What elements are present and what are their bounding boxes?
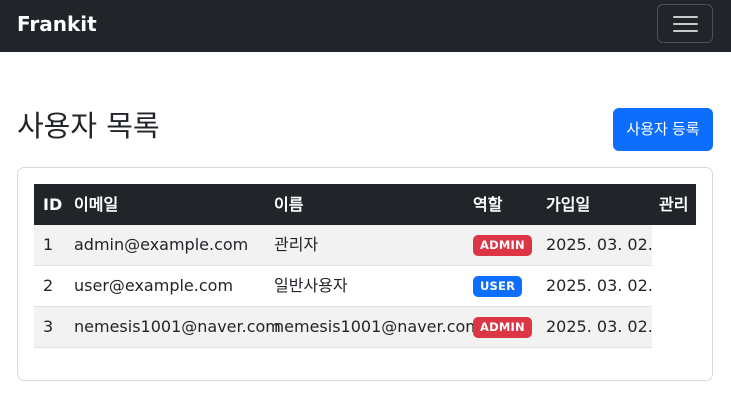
cell-id: 3 (43, 317, 54, 336)
table-row: 1 admin@example.com 관리자 ADMIN 2025. 03. … (34, 225, 653, 266)
hamburger-menu-icon-line (673, 30, 698, 32)
header-role: 역할 (473, 195, 503, 214)
cell-email: admin@example.com (74, 235, 249, 254)
table-header-row: ID 이메일 이름 역할 가입일 관리 (34, 184, 696, 225)
cell-joined: 2025. 03. 02. (546, 235, 653, 254)
table-row: 3 nemesis1001@naver.com nemesis1001@nave… (34, 307, 653, 348)
header-email: 이메일 (74, 195, 119, 214)
cell-joined: 2025. 03. 02. (546, 276, 653, 295)
cell-id: 1 (43, 235, 54, 254)
brand-logo-link[interactable]: Frankit (17, 12, 97, 36)
cell-id: 2 (43, 276, 54, 295)
cell-name: 일반사용자 (274, 276, 348, 295)
role-badge-user: USER (473, 276, 523, 297)
header-id: ID (43, 195, 63, 214)
cell-email: user@example.com (74, 276, 234, 295)
navbar-toggler-button[interactable] (657, 4, 713, 43)
header-manage: 관리 (659, 195, 689, 214)
cell-name: 관리자 (274, 235, 319, 254)
role-badge-admin: ADMIN (473, 317, 532, 338)
register-user-button[interactable]: 사용자 등록 (613, 108, 713, 151)
table-row: 2 user@example.com 일반사용자 USER 2025. 03. … (34, 266, 653, 307)
role-badge-admin: ADMIN (473, 235, 532, 256)
cell-email: nemesis1001@naver.com (74, 317, 281, 336)
page-title: 사용자 목록 (17, 109, 160, 143)
header-name: 이름 (274, 195, 304, 214)
header-joined: 가입일 (546, 195, 591, 214)
hamburger-menu-icon-line (673, 23, 698, 25)
hamburger-menu-icon (673, 16, 698, 18)
top-navbar: Frankit (0, 0, 731, 52)
cell-joined: 2025. 03. 02. (546, 317, 653, 336)
cell-name: nemesis1001@naver.com (274, 317, 481, 336)
